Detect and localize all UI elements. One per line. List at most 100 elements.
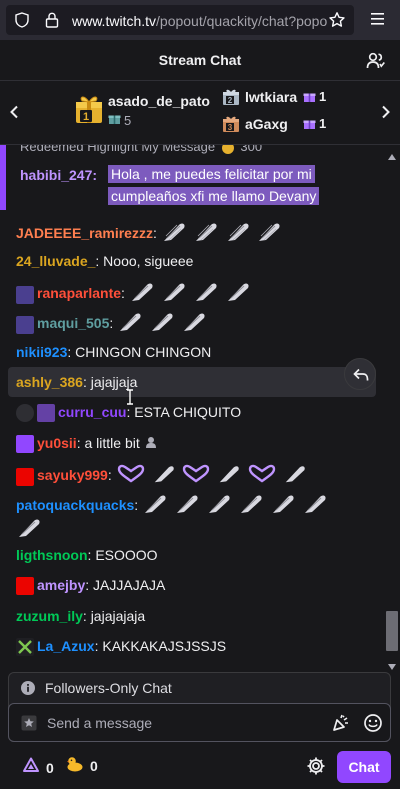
crossed-swords-badge-icon[interactable] xyxy=(16,638,34,657)
duck-feather-emote-icon xyxy=(161,281,187,308)
chat-message[interactable]: nikii923: CHINGON CHINGON xyxy=(16,342,380,362)
chevron-left-icon[interactable] xyxy=(9,105,19,124)
duck-feather-emote-icon xyxy=(142,493,168,520)
star-icon[interactable] xyxy=(21,715,37,736)
url-path: /popout/quackity/chat?popo xyxy=(156,13,328,29)
bookmark-star-icon[interactable] xyxy=(328,11,346,34)
duck-feather-emote-icon xyxy=(270,493,296,520)
community-users-icon[interactable] xyxy=(366,51,386,76)
lock-icon[interactable] xyxy=(44,11,60,34)
url-field[interactable]: www.twitch.tv/popout/quackity/chat?popo xyxy=(6,5,354,35)
chat-message[interactable]: JADEEEE_ramirezzz: xyxy=(16,221,380,248)
rubber-duck-icon[interactable] xyxy=(66,755,84,776)
username[interactable]: ranaparlante xyxy=(37,285,121,301)
duck-feather-emote-icon xyxy=(117,311,143,338)
scroll-down-arrow-icon[interactable] xyxy=(388,657,396,675)
username[interactable]: habibi_247: xyxy=(20,167,97,183)
subscriber-24-badge-icon[interactable] xyxy=(16,285,34,304)
chat-message[interactable]: sayuky999: xyxy=(16,463,380,490)
chat-settings-gear-icon[interactable] xyxy=(306,756,326,781)
subscriber-24-badge-icon[interactable] xyxy=(16,315,34,334)
username[interactable]: maqui_505 xyxy=(37,315,109,331)
username[interactable]: zuzum_ily xyxy=(16,608,83,624)
url-text: www.twitch.tv/popout/quackity/chat?popo xyxy=(72,13,328,29)
chat-message[interactable]: maqui_505: xyxy=(16,311,380,338)
message-input-box[interactable] xyxy=(8,703,391,742)
duck-feather-emote-icon xyxy=(16,517,42,544)
highlighted-message[interactable]: Redeemed Highlight My Message 300 habibi… xyxy=(0,145,380,210)
subscriber-badge-icon[interactable] xyxy=(37,404,55,423)
third-rank-number: 3 xyxy=(228,123,233,132)
chat-message[interactable]: ashly_386: jajajjaja xyxy=(16,372,380,392)
info-icon xyxy=(20,680,36,701)
followers-only-label: Followers-Only Chat xyxy=(45,680,172,696)
second-rank-number: 2 xyxy=(228,96,233,105)
duck-feather-emote-icon xyxy=(283,463,307,490)
message-text: jajajjaja xyxy=(90,374,138,390)
menu-icon[interactable] xyxy=(370,12,386,31)
channel-points-icon[interactable] xyxy=(22,757,40,778)
username[interactable]: ligthsnoon xyxy=(16,547,88,563)
leaderboard-first-name[interactable]: asado_de_pato xyxy=(108,93,210,109)
chat-message[interactable]: La_Azux: KAKKAKAJSJSSJS xyxy=(16,636,380,657)
chat-message-list[interactable]: Redeemed Highlight My Message 300 habibi… xyxy=(0,145,400,669)
username[interactable]: curru_cuu xyxy=(58,404,126,420)
chat-message-input[interactable] xyxy=(47,712,327,734)
username[interactable]: amejby xyxy=(37,577,85,593)
duck-feather-emote-icon xyxy=(238,493,264,520)
url-host: www.twitch.tv xyxy=(72,13,157,29)
duck-points[interactable]: 0 xyxy=(66,755,98,776)
duck-feather-emote-icon xyxy=(161,221,187,248)
broken-heart-badge-icon[interactable] xyxy=(16,577,34,596)
chat-message[interactable]: curru_cuu: ESTA CHIQUITO xyxy=(16,402,380,423)
chat-message[interactable]: patoquackquacks: xyxy=(16,493,380,520)
chat-title: Stream Chat xyxy=(158,52,242,68)
message-text: ESOOOO xyxy=(95,547,158,563)
chat-scrollbar[interactable] xyxy=(384,145,400,670)
username[interactable]: JADEEEE_ramirezzz xyxy=(16,225,153,241)
chat-message-continuation xyxy=(16,517,380,544)
message-text: JAJJAJAJA xyxy=(93,577,166,593)
chat-message[interactable]: yu0sii: a little bit xyxy=(16,433,380,454)
message-text: ESTA CHIQUITO xyxy=(134,404,242,420)
leaderboard-second-count: 1 xyxy=(319,89,327,104)
duck-feather-emote-icon xyxy=(302,493,328,520)
bits-cheer-icon[interactable] xyxy=(331,713,351,738)
username[interactable]: yu0sii xyxy=(37,435,77,451)
gift-leaderboard: 1 asado_de_pato 5 2 lwtkiara 1 3 aGaxg 1 xyxy=(0,81,400,145)
channel-points[interactable]: 0 xyxy=(22,757,54,778)
duck-feather-emote-icon xyxy=(193,221,219,248)
leaderboard-third-name[interactable]: aGaxg xyxy=(245,116,288,132)
gold-gift-badge-icon: 1 xyxy=(74,93,104,130)
username[interactable]: patoquackquacks xyxy=(16,497,134,513)
username[interactable]: nikii923 xyxy=(16,344,67,360)
bronze-gift-badge-icon: 3 xyxy=(222,115,240,133)
scrollbar-thumb[interactable] xyxy=(386,611,398,651)
chat-message[interactable]: ligthsnoon: ESOOOO xyxy=(16,545,380,565)
duck-feather-emote-icon xyxy=(129,281,155,308)
username-text[interactable]: habibi_247 xyxy=(20,167,92,183)
gift-icon xyxy=(303,117,316,135)
reply-button[interactable] xyxy=(344,358,376,390)
chat-message[interactable]: zuzum_ily: jajajajaja xyxy=(16,606,380,626)
username[interactable]: La_Azux xyxy=(37,638,95,654)
chat-message[interactable]: 24_lluvade_: Nooo, sigueee xyxy=(16,251,380,271)
chevron-right-icon[interactable] xyxy=(381,105,391,124)
emote-picker-icon[interactable] xyxy=(363,713,383,738)
username[interactable]: sayuky999 xyxy=(37,467,108,483)
scroll-up-arrow-icon[interactable] xyxy=(388,147,396,165)
leaderboard-second-name[interactable]: lwtkiara xyxy=(245,89,297,105)
shield-icon[interactable] xyxy=(14,12,30,33)
chat-message[interactable]: ranaparlante: xyxy=(16,281,380,308)
chat-message[interactable]: amejby: JAJJAJAJA xyxy=(16,575,380,596)
duck-badge-icon[interactable] xyxy=(16,404,34,423)
username[interactable]: 24_lluvade_ xyxy=(16,253,95,269)
username[interactable]: ashly_386 xyxy=(16,374,83,390)
send-chat-button[interactable]: Chat xyxy=(337,751,391,783)
message-text: jajajajaja xyxy=(90,608,146,624)
broken-heart-badge-icon[interactable] xyxy=(16,467,34,486)
chat-header: Stream Chat xyxy=(0,40,400,81)
subscriber-badge-icon[interactable] xyxy=(16,435,34,454)
message-text: KAKKAKAJSJSSJS xyxy=(102,638,227,654)
leaderboard-third-count: 1 xyxy=(319,116,327,131)
